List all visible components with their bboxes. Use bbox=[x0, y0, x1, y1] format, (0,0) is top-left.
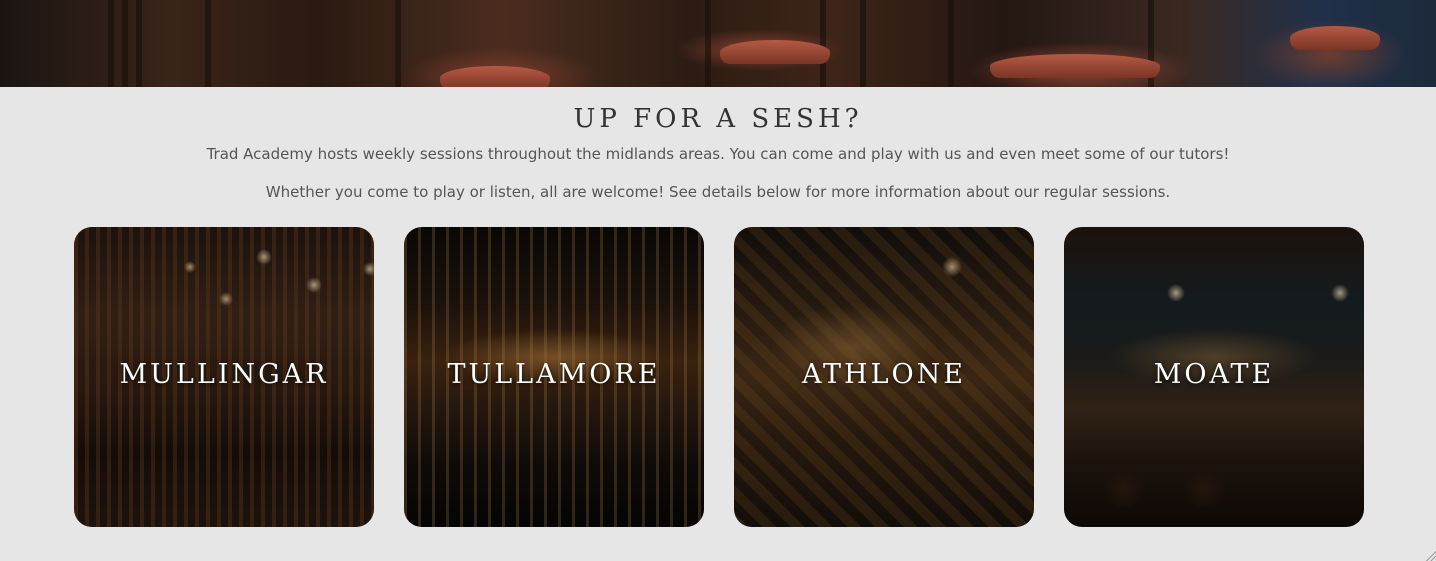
section-details: Whether you come to play or listen, all … bbox=[265, 183, 1171, 201]
chair-slat bbox=[108, 0, 114, 87]
location-label: MULLINGAR bbox=[119, 359, 329, 390]
location-card-moate[interactable]: MOATE bbox=[1064, 227, 1364, 527]
chair-seat bbox=[990, 54, 1160, 78]
chair-slat bbox=[395, 0, 401, 87]
resize-grip-icon[interactable] bbox=[1424, 549, 1436, 561]
section-title: UP FOR A SESH? bbox=[573, 104, 863, 134]
chair-slat bbox=[948, 0, 954, 87]
location-label: MOATE bbox=[1153, 359, 1275, 390]
sessions-section: UP FOR A SESH? Trad Academy hosts weekly… bbox=[0, 87, 1436, 561]
chair-slat bbox=[860, 0, 866, 87]
chair-slat bbox=[122, 0, 128, 87]
chair-slat bbox=[705, 0, 711, 87]
location-card-tullamore[interactable]: TULLAMORE bbox=[404, 227, 704, 527]
location-cards: MULLINGAR TULLAMORE ATHLONE MOATE bbox=[74, 227, 1364, 527]
section-intro: Trad Academy hosts weekly sessions throu… bbox=[206, 145, 1230, 163]
chair-seat bbox=[440, 66, 550, 87]
chair-slat bbox=[136, 0, 142, 87]
chair-seat bbox=[1290, 26, 1380, 50]
hero-banner-image bbox=[0, 0, 1436, 87]
chair-slat bbox=[205, 0, 211, 87]
location-label: TULLAMORE bbox=[447, 359, 661, 390]
location-label: ATHLONE bbox=[802, 359, 966, 390]
chair-seat bbox=[720, 40, 830, 64]
chair-slat bbox=[820, 0, 826, 87]
location-card-athlone[interactable]: ATHLONE bbox=[734, 227, 1034, 527]
location-card-mullingar[interactable]: MULLINGAR bbox=[74, 227, 374, 527]
